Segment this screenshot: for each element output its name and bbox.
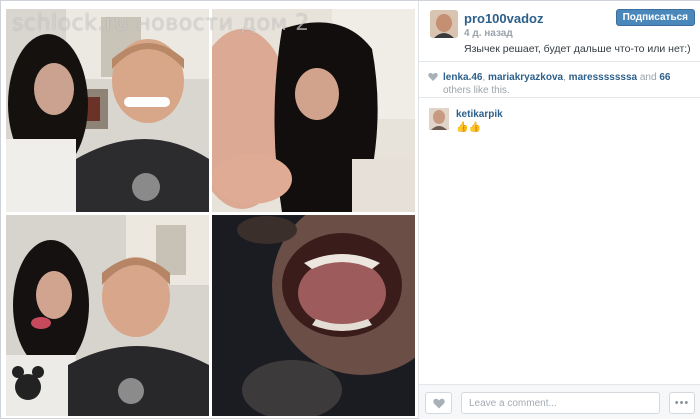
liker-link[interactable]: maresssssssa [569, 72, 637, 83]
commenter-username[interactable]: ketikarpik [456, 109, 503, 120]
comment-text: 👍👍 [456, 122, 481, 133]
post-details-panel: pro100vadoz 4 д. назад Подписаться Языче… [418, 1, 700, 419]
commenter-avatar[interactable] [429, 108, 449, 130]
heart-icon [428, 72, 438, 81]
comment-bar: ••• [419, 384, 700, 419]
instagram-post-window: schlock.ru новости дом 2 pro100vadoz 4 д… [0, 0, 700, 419]
post-time-ago[interactable]: 4 д. назад [464, 28, 513, 39]
heart-icon [433, 398, 445, 409]
collage-photo-1 [6, 9, 209, 212]
liker-link[interactable]: mariakryazkova [488, 72, 563, 83]
follow-button[interactable]: Подписаться [615, 9, 695, 26]
photo-collage[interactable]: schlock.ru новости дом 2 [4, 5, 416, 416]
post-caption: Язычек решает, будет дальше что-то или н… [464, 43, 691, 55]
author-avatar[interactable] [430, 10, 458, 38]
comment-input[interactable] [461, 392, 660, 414]
like-button[interactable] [425, 392, 452, 414]
likes-section: lenka.46, mariakryazkova, maresssssssa a… [419, 61, 700, 98]
collage-photo-2 [212, 9, 415, 212]
collage-photo-3 [6, 215, 209, 416]
liker-link[interactable]: lenka.46 [443, 72, 482, 83]
post-header: pro100vadoz 4 д. назад Подписаться Языче… [419, 1, 700, 61]
comment-item: ketikarpik 👍👍 [419, 101, 700, 141]
likes-others-count[interactable]: 66 [659, 72, 670, 83]
author-username[interactable]: pro100vadoz [464, 11, 543, 26]
likes-summary: lenka.46, mariakryazkova, maresssssssa a… [443, 71, 693, 97]
likes-and-label: and [637, 72, 660, 83]
ellipsis-icon[interactable]: ••• [669, 392, 695, 414]
collage-photo-4 [212, 215, 415, 416]
likes-others-suffix: others like this. [443, 85, 510, 96]
